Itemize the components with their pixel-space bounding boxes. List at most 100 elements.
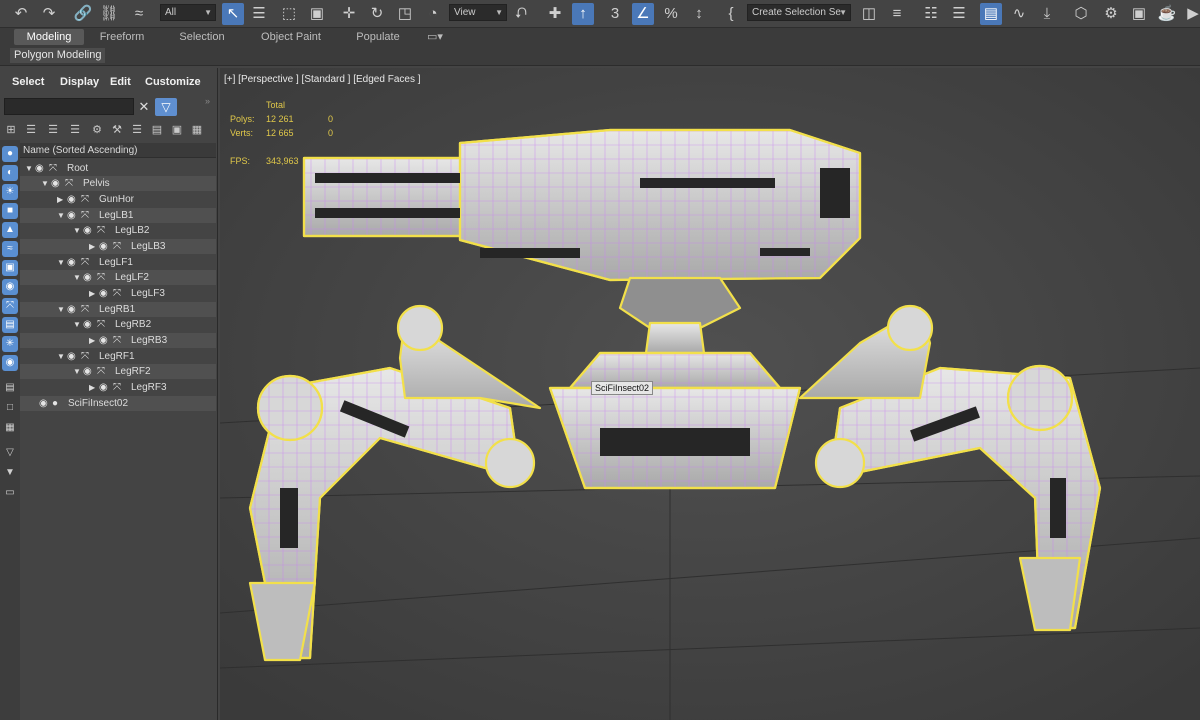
tree-row-legrf2[interactable]: ▼ ◉ ⤧ LegRF2 — [20, 364, 216, 379]
eye-icon[interactable]: ◉ — [99, 333, 111, 348]
tab-modeling[interactable]: Modeling — [14, 29, 84, 45]
perspective-viewport[interactable]: [+] [Perspective ] [Standard ] [Edged Fa… — [220, 68, 1200, 720]
ribbon-options-icon[interactable]: ▭▾ — [420, 29, 450, 45]
eye-icon[interactable]: ◉ — [67, 255, 79, 270]
eye-icon[interactable]: ◉ — [39, 396, 51, 411]
select-dependents-icon[interactable]: ☰ — [68, 123, 82, 137]
tree-row-leglb2[interactable]: ▼ ◉ ⤧ LegLB2 — [20, 223, 216, 238]
find-icon[interactable]: ☰ — [130, 123, 144, 137]
render-setup-icon[interactable]: ⚙ — [1100, 3, 1122, 25]
eye-icon[interactable]: ◉ — [67, 349, 79, 364]
collapse-triangle-icon[interactable]: ▼ — [57, 208, 66, 223]
tree-row-legrf3[interactable]: ▶ ◉ ⤧ LegRF3 — [20, 380, 216, 395]
expand-triangle-icon[interactable]: ▶ — [89, 286, 98, 301]
collapse-triangle-icon[interactable]: ▼ — [57, 349, 66, 364]
tree-row-gunhor[interactable]: ▶ ◉ ⤧ GunHor — [20, 192, 216, 207]
column-header-name[interactable]: Name (Sorted Ascending) — [20, 143, 216, 158]
select-by-name-icon[interactable]: ☰ — [248, 3, 270, 25]
mirror-icon[interactable]: ◫ — [858, 3, 880, 25]
tab-object-paint[interactable]: Object Paint — [252, 29, 330, 45]
scale-icon[interactable]: ◳ — [394, 3, 416, 25]
render-shortcut-icon[interactable]: ▶ — [1182, 3, 1200, 25]
expand-triangle-icon[interactable]: ▶ — [89, 239, 98, 254]
space-warps-filter-icon[interactable]: ≈ — [2, 241, 18, 257]
sort-icon[interactable]: ☰ — [24, 123, 38, 137]
collapse-triangle-icon[interactable]: ▼ — [73, 364, 82, 379]
unlink-icon[interactable]: ⛓ — [98, 3, 120, 25]
menu-customize[interactable]: Customize — [145, 76, 201, 88]
named-selection-dropdown[interactable]: Create Selection Se ▼ — [747, 4, 851, 21]
pivot-center-icon[interactable]: ⮏ — [510, 3, 532, 25]
tree-row-leglb3[interactable]: ▶ ◉ ⤧ LegLB3 — [20, 239, 216, 254]
window-crossing-icon[interactable]: ▣ — [306, 3, 328, 25]
bones-filter-icon[interactable]: ⤧ — [2, 298, 18, 314]
percent-snap-icon[interactable]: % — [660, 3, 682, 25]
eye-icon[interactable]: ◉ — [83, 270, 95, 285]
tree-row-legrf1[interactable]: ▼ ◉ ⤧ LegRF1 — [20, 349, 216, 364]
close-icon[interactable]: ✕ — [137, 98, 151, 115]
collapse-triangle-icon[interactable]: ▼ — [57, 302, 66, 317]
bind-space-warp-icon[interactable]: ≈ — [128, 3, 150, 25]
menu-edit[interactable]: Edit — [110, 76, 131, 88]
eye-icon[interactable]: ◉ — [67, 192, 79, 207]
viewport-label-menu[interactable]: [+] [Perspective ] [Standard ] [Edged Fa… — [224, 74, 421, 85]
schematic-view-icon[interactable]: ⤓ — [1036, 3, 1058, 25]
tab-populate[interactable]: Populate — [348, 29, 408, 45]
filter-icon[interactable]: ▽ — [155, 98, 177, 116]
angle-snap-icon[interactable]: ∠ — [632, 3, 654, 25]
filter-icon[interactable]: ▼ — [2, 465, 18, 481]
render-production-icon[interactable]: ☕ — [1156, 3, 1178, 25]
robot-model-render[interactable] — [220, 68, 1200, 720]
collapse-triangle-icon[interactable]: ▼ — [73, 317, 82, 332]
sync-icon[interactable]: ▦ — [190, 123, 204, 137]
eye-icon[interactable]: ◉ — [51, 176, 63, 191]
selection-filter-dropdown[interactable]: All ▼ — [160, 4, 216, 21]
rendered-frame-window-icon[interactable]: ▣ — [1128, 3, 1150, 25]
eye-icon[interactable]: ◉ — [83, 364, 95, 379]
polygon-modeling-panel-label[interactable]: Polygon Modeling — [10, 48, 106, 63]
tree-row-legrb3[interactable]: ▶ ◉ ⤧ LegRB3 — [20, 333, 216, 348]
toggle-layer-explorer-icon[interactable]: ☰ — [948, 3, 970, 25]
groups-filter-icon[interactable]: ▣ — [2, 260, 18, 276]
rectangular-selection-icon[interactable]: ⬚ — [278, 3, 300, 25]
collapse-triangle-icon[interactable]: ▼ — [57, 255, 66, 270]
tree-row-pelvis[interactable]: ▼ ◉ ⤧ Pelvis — [20, 176, 216, 191]
xrefs-filter-icon[interactable]: ◉ — [2, 279, 18, 295]
eye-icon[interactable]: ◉ — [99, 380, 111, 395]
tab-freeform[interactable]: Freeform — [92, 29, 152, 45]
tree-row-leglf3[interactable]: ▶ ◉ ⤧ LegLF3 — [20, 286, 216, 301]
tree-row-scifiinsect02[interactable]: ◉ ● SciFiInsect02 — [20, 396, 216, 411]
expand-chevron-icon[interactable]: » — [205, 96, 210, 106]
edit-named-selection-icon[interactable]: { — [720, 3, 742, 25]
tree-row-legrb2[interactable]: ▼ ◉ ⤧ LegRB2 — [20, 317, 216, 332]
eye-icon[interactable]: ◉ — [99, 286, 111, 301]
layer-icon[interactable]: ▤ — [150, 123, 164, 137]
material-editor-icon[interactable]: ⬡ — [1070, 3, 1092, 25]
curve-editor-icon[interactable]: ∿ — [1008, 3, 1030, 25]
tree-row-legrb1[interactable]: ▼ ◉ ⤧ LegRB1 — [20, 302, 216, 317]
cameras-filter-icon[interactable]: ■ — [2, 203, 18, 219]
expand-triangle-icon[interactable]: ▶ — [89, 380, 98, 395]
eye-icon[interactable]: ◉ — [67, 208, 79, 223]
align-icon[interactable]: ≡ — [886, 3, 908, 25]
collapse-triangle-icon[interactable]: ▼ — [41, 176, 50, 191]
collapse-triangle-icon[interactable]: ▼ — [25, 161, 34, 176]
layer-manager-icon[interactable]: ▭ — [2, 485, 18, 501]
menu-display[interactable]: Display — [60, 76, 99, 88]
select-influences-icon[interactable]: ⚙ — [90, 123, 104, 137]
menu-select[interactable]: Select — [12, 76, 44, 88]
frozen-filter-icon[interactable]: ◉ — [2, 355, 18, 371]
search-input[interactable] — [4, 98, 134, 115]
shapes-filter-icon[interactable]: ◐ — [2, 165, 18, 181]
placement-icon[interactable]: ◔ — [422, 3, 444, 25]
eye-icon[interactable]: ◉ — [99, 239, 111, 254]
tree-row-leglf2[interactable]: ▼ ◉ ⤧ LegLF2 — [20, 270, 216, 285]
geometry-filter-icon[interactable]: ● — [2, 146, 18, 162]
display-none-icon[interactable]: □ — [2, 400, 18, 416]
select-manipulate-icon[interactable]: ✚ — [544, 3, 566, 25]
keyboard-shortcut-override-icon[interactable]: ↑ — [572, 3, 594, 25]
helpers-filter-icon[interactable]: ▲ — [2, 222, 18, 238]
expand-triangle-icon[interactable]: ▶ — [89, 333, 98, 348]
particles-filter-icon[interactable]: ✳ — [2, 336, 18, 352]
eye-icon[interactable]: ◉ — [83, 317, 95, 332]
